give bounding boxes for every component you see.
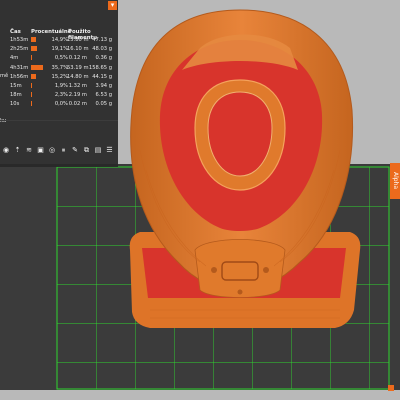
legend-length: 1.32 m: [68, 83, 87, 89]
legend-time: 1h56m: [10, 73, 29, 80]
legend-percent: 14,9%: [51, 37, 68, 43]
legend-length: 15.80 m: [67, 37, 89, 43]
wipe-icon[interactable]: ≋: [25, 146, 33, 154]
legend-row: 18m 2,3% 2.19 m 6.53 g: [0, 91, 118, 99]
tool-marker-icon[interactable]: ▣: [37, 146, 45, 154]
legend-bar: [31, 46, 38, 52]
legend-weight: 47.13 g: [92, 37, 112, 43]
legend-bar: [31, 101, 32, 107]
legend-length: 0.12 m: [68, 55, 87, 62]
model-front-face: [194, 239, 286, 298]
legend-row: 15m 1,9% 1.32 m 3.94 g: [0, 82, 118, 90]
model-screw-left: [211, 267, 217, 273]
legend-bar: [31, 73, 37, 79]
legend-bar: [31, 83, 32, 88]
legend-bar: [31, 37, 37, 42]
legend-fragment-0: mě: [0, 73, 9, 79]
legend-time: 1h53m: [10, 37, 29, 43]
retract-icon[interactable]: ⇡: [14, 146, 22, 154]
legend-percent: 15,2%: [51, 73, 68, 80]
model-screw-right: [263, 267, 269, 273]
legend-percent: 1,9%: [54, 83, 68, 89]
model-screw-bottom: [237, 289, 243, 295]
seam-icon[interactable]: ◎: [48, 146, 56, 154]
legend-toolbar: ◉ ⇡ ≋ ▣ ◎ ⏸ ✎ ⧉ ▤ ☰: [0, 146, 118, 158]
legend-weight: 158.65 g: [88, 64, 112, 71]
header-time: Čas: [10, 29, 21, 35]
legend-divider: [0, 120, 118, 121]
legend-time: 4m: [10, 55, 19, 62]
legend-percent: 0,0%: [54, 101, 68, 108]
legend-time: 15m: [10, 83, 22, 89]
legend-fragment-1: ku: [0, 118, 7, 124]
legend-weight: 3.94 g: [95, 83, 113, 89]
legend-panel: ▾ Čas Procentuálně Použito filamentu 1h5…: [0, 0, 118, 167]
legend-row: 1h56m 15,2% 14.80 m 44.15 g: [0, 73, 118, 81]
legend-bar: [31, 55, 32, 61]
legend-bar: [31, 92, 32, 98]
legend-weight: 6.53 g: [95, 92, 113, 99]
header-percent: Procentuálně: [31, 29, 72, 35]
legend-row: 10s 0,0% 0.02 m 0.05 g: [0, 100, 118, 108]
collapse-icon[interactable]: ▾: [108, 1, 117, 10]
legend-length: 0.02 m: [68, 101, 87, 108]
legend-row: 4h31m 35,7% 53.19 m 158.65 g: [0, 64, 118, 72]
legend-header: Čas Procentuálně Použito filamentu: [0, 26, 118, 41]
legend-time: 18m: [10, 92, 22, 99]
corner-handle[interactable]: [388, 385, 394, 391]
legend-time: 4h31m: [10, 64, 29, 71]
legend-percent: 19,1%: [51, 46, 68, 53]
shells-icon[interactable]: ▤: [94, 146, 102, 154]
legend-weight: 0.05 g: [95, 101, 113, 108]
pause-icon[interactable]: ⏸: [60, 146, 68, 154]
legend-length: 16.10 m: [67, 46, 89, 53]
legend-length: 14.80 m: [67, 73, 89, 80]
color-change-icon[interactable]: ◉: [2, 146, 10, 154]
legend-percent: 35,7%: [51, 64, 68, 71]
legend-row: 2h25m 19,1% 16.10 m 48.03 g: [0, 45, 118, 53]
custom-gcode-icon[interactable]: ✎: [71, 146, 79, 154]
legend-percent: 0,5%: [54, 55, 68, 62]
legend-weight: 48.03 g: [92, 46, 112, 53]
legend-bar: [31, 64, 44, 70]
legend-length: 2.19 m: [68, 92, 87, 99]
legend-icon[interactable]: ☰: [106, 146, 114, 154]
legend-time: 2h25m: [10, 46, 29, 53]
sequential-icon[interactable]: ⧉: [83, 146, 91, 154]
legend-percent: 2,3%: [54, 92, 68, 99]
side-tab[interactable]: Alpha: [390, 163, 400, 199]
legend-length: 53.19 m: [67, 64, 89, 71]
legend-row: 4m 0,5% 0.12 m 0.36 g: [0, 54, 118, 62]
legend-weight: 44.15 g: [92, 73, 112, 80]
legend-row: 1h53m 14,9% 15.80 m 47.13 g: [0, 36, 118, 44]
legend-weight: 0.36 g: [95, 55, 113, 62]
model-pillar-top: [207, 91, 273, 177]
legend-time: 10s: [10, 101, 20, 108]
